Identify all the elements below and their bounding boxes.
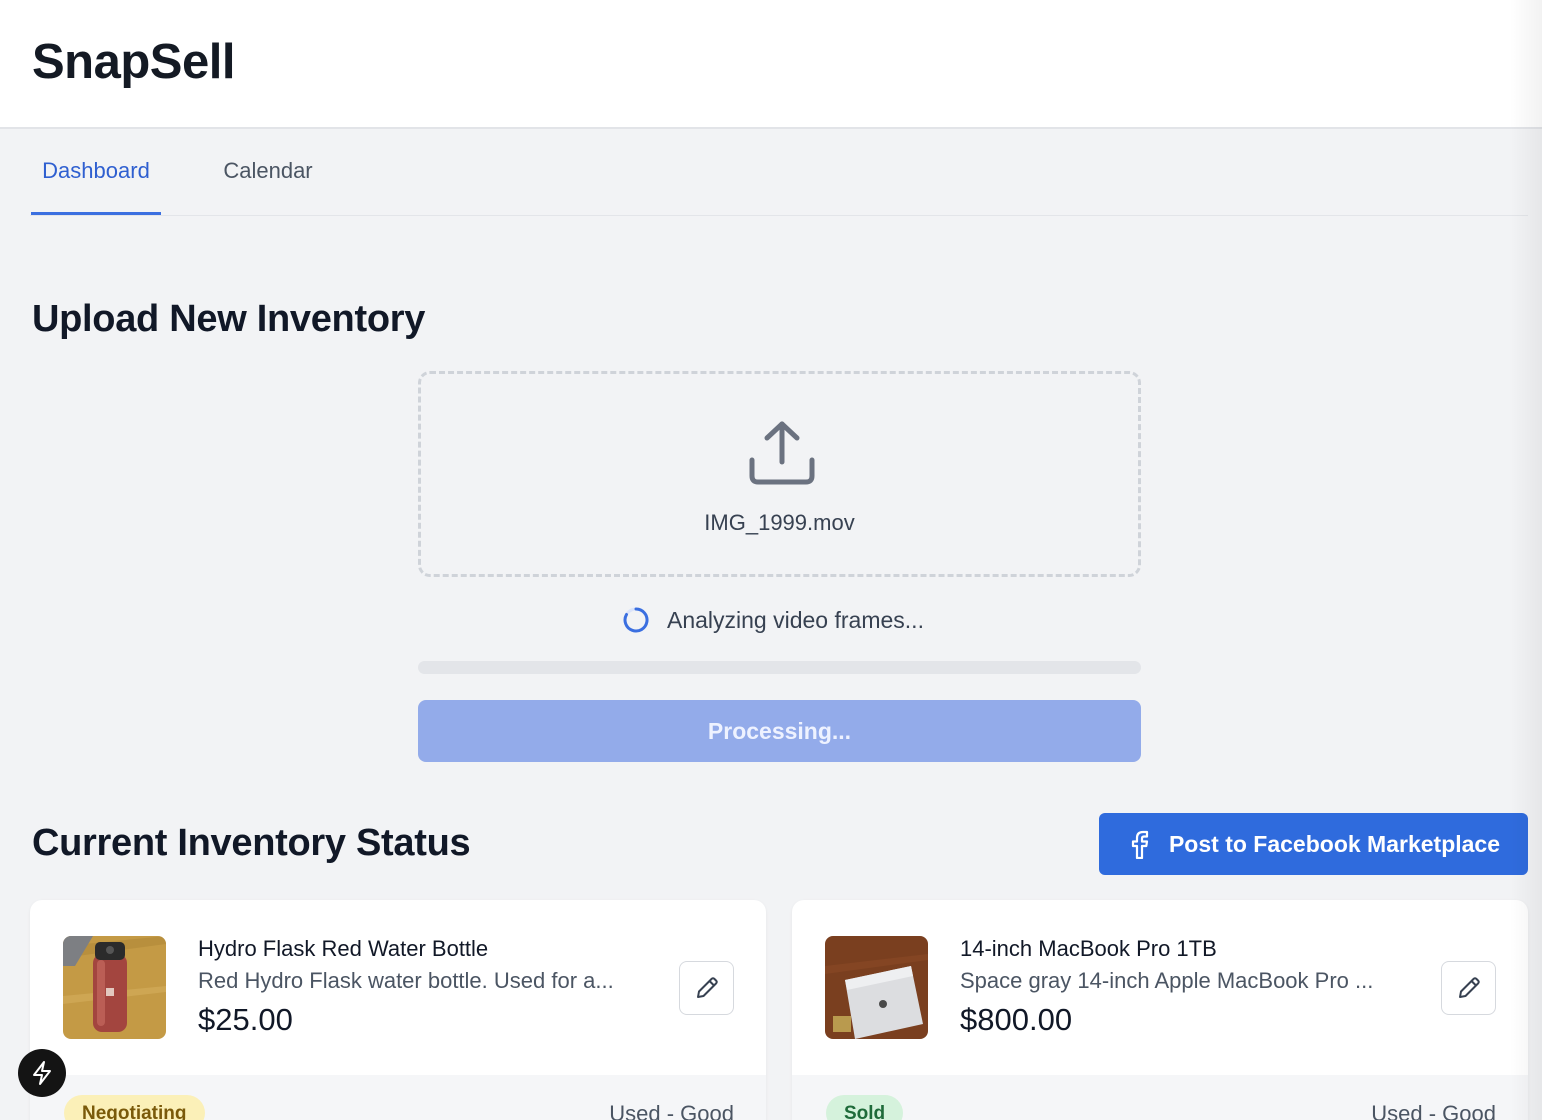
- app-title: SnapSell: [32, 35, 235, 89]
- upload-progress-bar: [418, 661, 1141, 674]
- status-badge: Negotiating: [64, 1095, 205, 1120]
- tab-dashboard[interactable]: Dashboard: [31, 130, 161, 215]
- status-badge: Sold: [826, 1095, 904, 1120]
- quick-action-button[interactable]: [18, 1049, 66, 1097]
- pencil-icon: [1458, 977, 1480, 998]
- item-description: Red Hydro Flask water bottle. Used for a…: [198, 968, 614, 993]
- facebook-icon: [1131, 830, 1149, 859]
- upload-icon: [749, 421, 815, 485]
- card-footer: Sold Used - Good: [792, 1075, 1528, 1120]
- item-condition: Used - Good: [609, 1101, 734, 1120]
- item-description: Space gray 14-inch Apple MacBook Pro ...: [960, 968, 1374, 993]
- item-title: Hydro Flask Red Water Bottle: [198, 936, 489, 961]
- post-to-facebook-label: Post to Facebook Marketplace: [1168, 830, 1501, 857]
- laptop-photo: [825, 936, 928, 1039]
- item-price: $25.00: [198, 1002, 293, 1037]
- uploaded-file-name: IMG_1999.mov: [704, 510, 855, 535]
- post-to-facebook-button[interactable]: Post to Facebook Marketplace: [1099, 813, 1528, 875]
- video-dropzone[interactable]: IMG_1999.mov: [418, 371, 1141, 577]
- upload-section-title: Upload New Inventory: [32, 298, 426, 340]
- item-price: $800.00: [960, 1002, 1073, 1037]
- inventory-section-title: Current Inventory Status: [32, 822, 471, 864]
- item-condition: Used - Good: [1371, 1101, 1496, 1120]
- pencil-icon: [696, 977, 718, 998]
- tab-bar: Dashboard Calendar: [30, 130, 1528, 216]
- loading-spinner-icon: [623, 607, 649, 633]
- inventory-card[interactable]: Hydro Flask Red Water Bottle Red Hydro F…: [30, 900, 766, 1120]
- inventory-card[interactable]: 14-inch MacBook Pro 1TB Space gray 14-in…: [792, 900, 1528, 1120]
- processing-status: Analyzing video frames...: [622, 603, 924, 637]
- card-footer: Negotiating Used - Good: [30, 1075, 766, 1120]
- app-header: SnapSell: [0, 0, 1542, 129]
- water-bottle-photo: [63, 936, 166, 1039]
- edit-item-button[interactable]: [679, 961, 734, 1015]
- status-text: Analyzing video frames...: [667, 606, 924, 633]
- edit-item-button[interactable]: [1441, 961, 1496, 1015]
- lightning-bolt-icon: [33, 1061, 51, 1085]
- processing-button[interactable]: Processing...: [418, 700, 1141, 762]
- tab-calendar[interactable]: Calendar: [212, 130, 324, 215]
- item-title: 14-inch MacBook Pro 1TB: [960, 936, 1217, 961]
